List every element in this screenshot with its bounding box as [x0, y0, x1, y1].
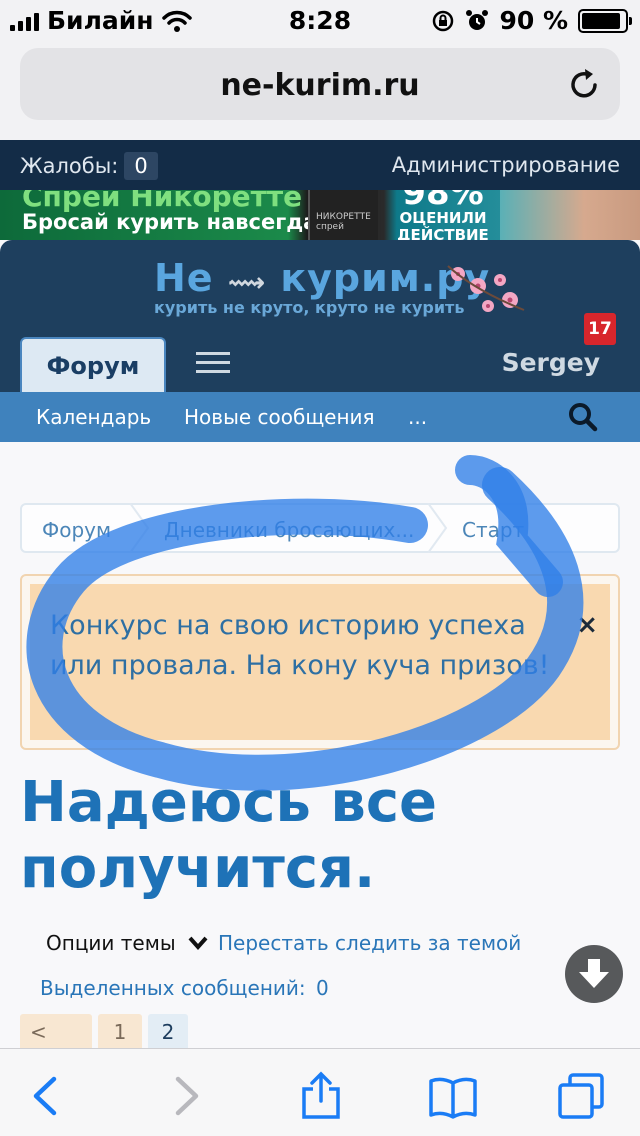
url-text[interactable]: ne-kurim.ru: [20, 68, 620, 103]
complaints-count: 0: [124, 152, 158, 180]
complaints-label: Жалобы:: [20, 154, 119, 178]
ad-pack-text: НИКОРЕТТЕ спрей: [316, 212, 371, 232]
breadcrumb-diaries[interactable]: Дневники бросающих...: [164, 518, 414, 542]
logo-title: Не ⟿ курим.ру: [154, 256, 490, 300]
admin-bar: Жалобы: 0 Администрирование: [0, 140, 640, 190]
browser-chrome: ne-kurim.ru: [0, 40, 640, 140]
notice-text[interactable]: Конкурс на свою историю успеха или прова…: [50, 606, 570, 686]
arrow-down-icon[interactable]: [565, 945, 623, 1003]
breadcrumb-start[interactable]: Старт: [462, 518, 524, 542]
tab-forum[interactable]: Форум: [20, 337, 166, 393]
unwatch-thread-link[interactable]: Перестать следить за темой: [218, 931, 521, 955]
ad-badge-percent: 98%: [402, 190, 484, 213]
battery-percent: 90 %: [499, 6, 568, 35]
alarm-icon: [466, 9, 489, 30]
chevron-right-icon: [175, 1076, 199, 1116]
reload-icon[interactable]: [566, 66, 602, 102]
breadcrumb-separator-icon: [427, 503, 448, 553]
pager-prev[interactable]: <: [20, 1014, 92, 1048]
page-title: Надеюсь все получится.: [20, 770, 438, 901]
battery-icon: [578, 8, 632, 33]
selected-posts-count: 0: [315, 976, 329, 1000]
breadcrumb: Форум Дневники бросающих... Старт: [20, 503, 620, 553]
ad-tagline: Бросай курить навсегда!: [22, 210, 327, 234]
pager-page-current[interactable]: 2: [148, 1014, 188, 1048]
ad-rating-badge: 98% ОЦЕНИЛИ ДЕЙСТВИЕ: [388, 190, 498, 240]
sakura-flowers-icon: [447, 265, 525, 312]
subnav-calendar[interactable]: Календарь: [36, 405, 151, 429]
rotation-lock-icon: [433, 10, 454, 31]
status-right-group: 90 %: [431, 6, 632, 35]
logo-slogan: курить не круто, круто не курить: [154, 298, 465, 317]
complaints-link[interactable]: Жалобы: 0: [20, 152, 158, 180]
book-icon[interactable]: [428, 1071, 478, 1121]
address-bar[interactable]: ne-kurim.ru: [20, 48, 620, 120]
notice-box: Конкурс на свою историю успеха или прова…: [20, 574, 620, 750]
hamburger-menu-icon[interactable]: [196, 352, 230, 374]
notice-body: Конкурс на свою историю успеха или прова…: [30, 584, 610, 740]
subnav-new-posts[interactable]: Новые сообщения: [184, 405, 375, 429]
status-bar: Билайн 8:28 90 %: [0, 0, 640, 40]
breadcrumb-forum[interactable]: Форум: [42, 518, 111, 542]
subnav-more[interactable]: ...: [408, 405, 427, 429]
browser-toolbar: [0, 1048, 640, 1136]
ad-badge-caption: ОЦЕНИЛИ ДЕЙСТВИЕ: [397, 209, 489, 241]
site-header: Не ⟿ курим.ру курить не круто, круто не …: [0, 240, 640, 393]
tabs-icon[interactable]: [556, 1071, 606, 1121]
thread-options-menu[interactable]: Опции темы: [46, 931, 208, 955]
selected-posts[interactable]: Выделенных сообщений: 0: [40, 976, 329, 1000]
alerts-badge[interactable]: 17: [584, 313, 616, 345]
selected-posts-label: Выделенных сообщений:: [40, 976, 306, 1000]
chevron-down-icon: [188, 936, 208, 950]
user-menu[interactable]: Sergey: [502, 348, 600, 377]
cigarette-knot-icon: ⟿: [227, 268, 267, 298]
share-icon[interactable]: [296, 1071, 346, 1121]
admin-link[interactable]: Администрирование: [392, 153, 620, 177]
pager-page[interactable]: 1: [98, 1014, 142, 1048]
ad-banner[interactable]: Спрей Никоретте Бросай курить навсегда! …: [0, 190, 640, 240]
logo-title-a: Не: [154, 256, 214, 300]
site-logo[interactable]: Не ⟿ курим.ру курить не круто, круто не …: [154, 256, 490, 317]
close-icon[interactable]: ×: [576, 610, 598, 640]
thread-options-label: Опции темы: [46, 931, 176, 955]
search-icon[interactable]: [568, 402, 598, 432]
ad-photo: [500, 190, 640, 240]
sub-navigation: Календарь Новые сообщения ...: [0, 392, 640, 442]
breadcrumb-separator-icon: [129, 503, 150, 553]
ad-product-image: НИКОРЕТТЕ спрей: [308, 190, 378, 240]
chevron-left-icon[interactable]: [22, 1071, 72, 1121]
